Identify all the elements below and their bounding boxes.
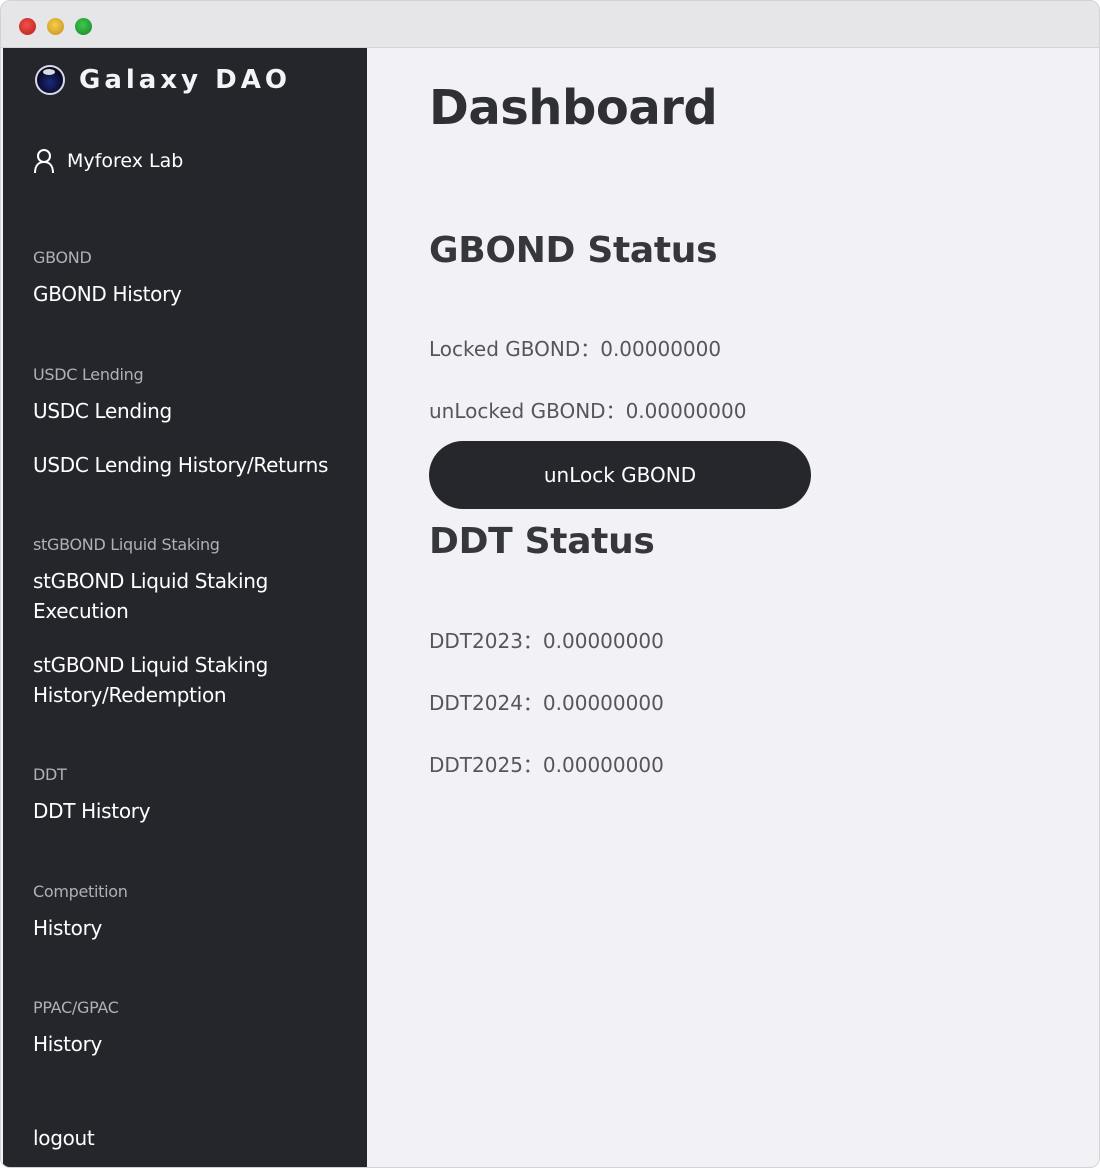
nav-section-header: Competition: [33, 882, 128, 901]
user-name: Myforex Lab: [67, 150, 184, 172]
sidebar-item-ddt-history[interactable]: DDT History: [33, 796, 151, 826]
nav-section-header: DDT: [33, 765, 67, 784]
nav-section-header: stGBOND Liquid Staking: [33, 535, 220, 554]
nav-section-stgbond: stGBOND Liquid Staking stGBOND Liquid St…: [33, 535, 283, 710]
sidebar-item-usdc-lending[interactable]: USDC Lending: [33, 396, 328, 426]
page-title: Dashboard: [429, 80, 718, 136]
sidebar-item-competition-history[interactable]: History: [33, 913, 128, 943]
brand-name: Galaxy DAO: [79, 65, 291, 95]
nav-section-header: USDC Lending: [33, 365, 144, 384]
main-content: Dashboard GBOND Status Locked GBOND：0.00…: [367, 48, 1099, 1167]
minimize-window-button[interactable]: [47, 18, 64, 35]
nav-section-gbond: GBOND GBOND History: [33, 248, 182, 309]
ddt-2024-value: DDT2024：0.00000000: [429, 691, 664, 715]
user-profile[interactable]: Myforex Lab: [33, 148, 183, 174]
logout-link[interactable]: logout: [33, 1123, 95, 1153]
nav-section-ddt: DDT DDT History: [33, 765, 151, 826]
window-titlebar: [1, 1, 1099, 48]
ddt-2023-value: DDT2023：0.00000000: [429, 629, 664, 653]
unlock-gbond-button[interactable]: unLock GBOND: [429, 441, 811, 509]
app-window: Galaxy DAO Myforex Lab GBOND GBOND Histo…: [0, 0, 1100, 1168]
locked-gbond-value: Locked GBOND：0.00000000: [429, 337, 722, 361]
gbond-status-title: GBOND Status: [429, 230, 718, 271]
sidebar-item-stgbond-history[interactable]: stGBOND Liquid Staking History/Redemptio…: [33, 650, 283, 710]
sidebar-item-gbond-history[interactable]: GBOND History: [33, 279, 182, 309]
brand-logo[interactable]: Galaxy DAO: [35, 62, 291, 98]
sidebar: Galaxy DAO Myforex Lab GBOND GBOND Histo…: [3, 48, 367, 1167]
sidebar-item-stgbond-execution[interactable]: stGBOND Liquid Staking Execution: [33, 566, 283, 626]
user-icon: [34, 149, 54, 174]
galaxy-logo-icon: [35, 65, 65, 95]
sidebar-item-ppac-gpac-history[interactable]: History: [33, 1029, 119, 1059]
unlocked-gbond-value: unLocked GBOND：0.00000000: [429, 399, 747, 423]
nav-section-ppac-gpac: PPAC/GPAC History: [33, 998, 119, 1059]
nav-section-header: GBOND: [33, 248, 92, 267]
nav-section-competition: Competition History: [33, 882, 128, 943]
nav-section-logout: logout: [33, 1123, 95, 1153]
sidebar-item-usdc-lending-history[interactable]: USDC Lending History/Returns: [33, 450, 328, 480]
ddt-status-title: DDT Status: [429, 521, 655, 562]
ddt-2025-value: DDT2025：0.00000000: [429, 753, 664, 777]
close-window-button[interactable]: [19, 18, 36, 35]
nav-section-header: PPAC/GPAC: [33, 998, 119, 1017]
nav-section-usdc-lending: USDC Lending USDC Lending USDC Lending H…: [33, 365, 328, 480]
maximize-window-button[interactable]: [75, 18, 92, 35]
